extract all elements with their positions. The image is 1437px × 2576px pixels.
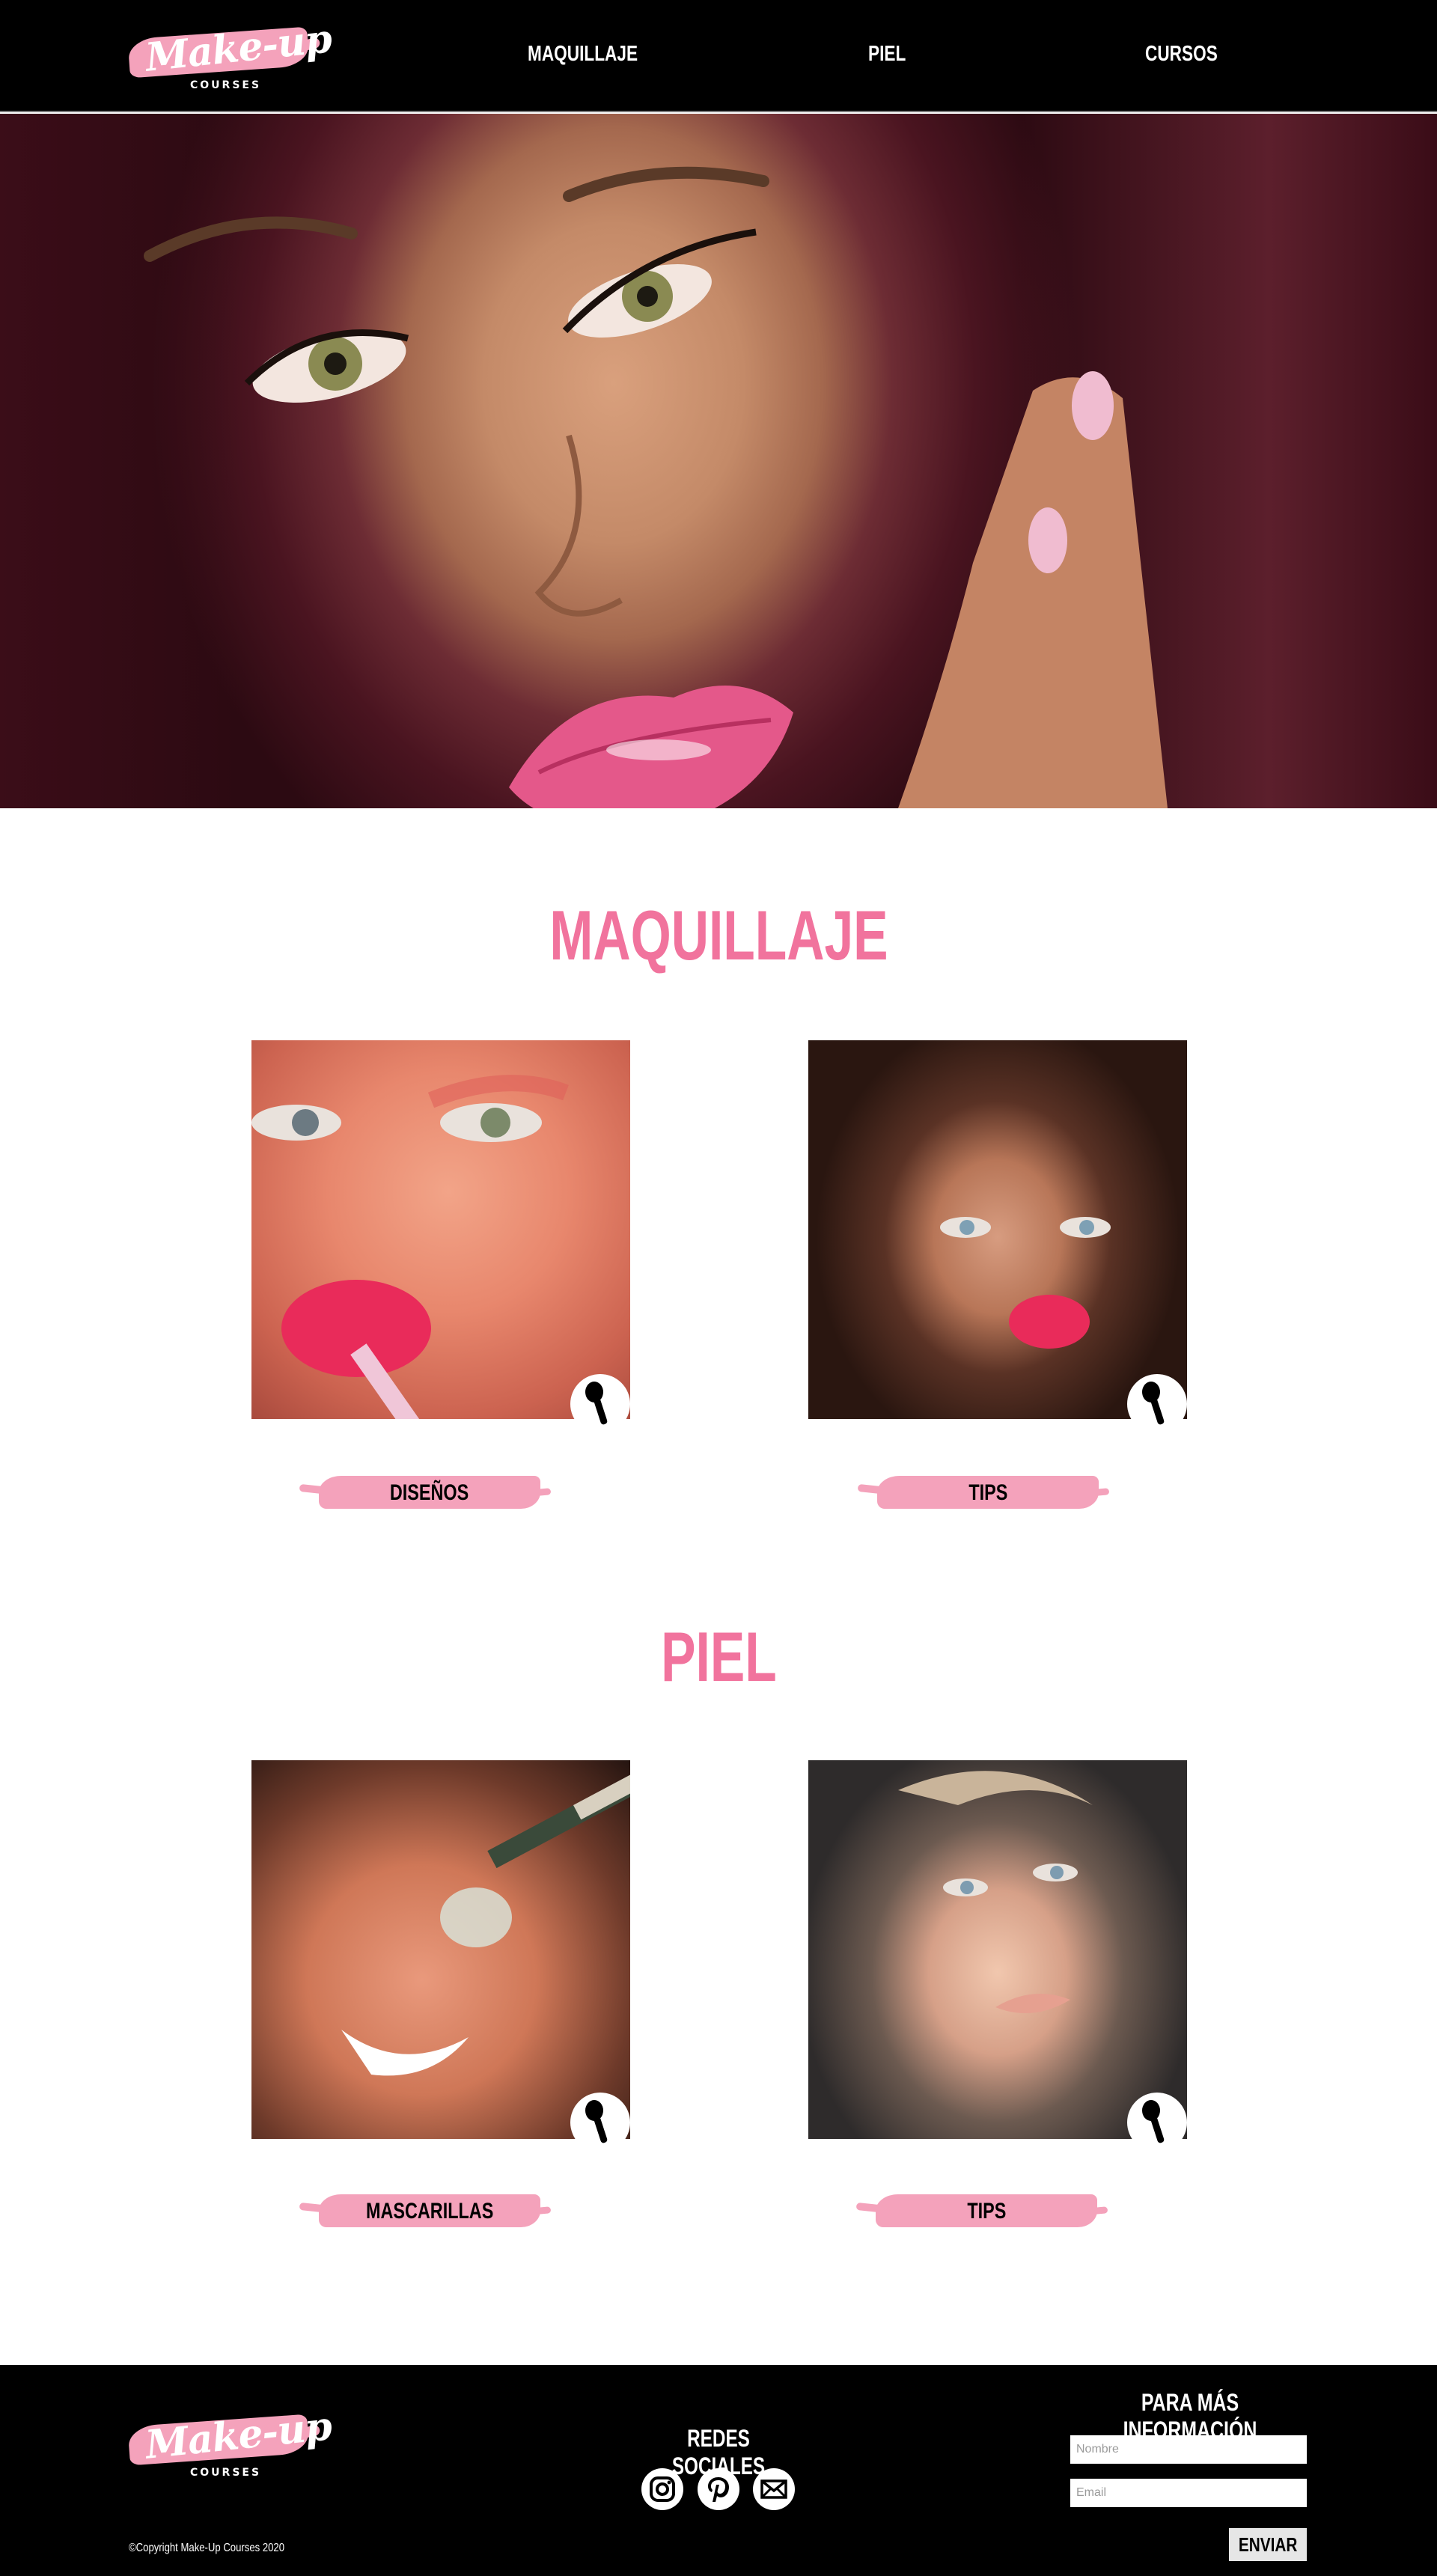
logo-subtitle: COURSES	[190, 79, 262, 91]
logo-subtitle: COURSES	[190, 2467, 262, 2479]
card-image-tips-piel[interactable]	[808, 1760, 1187, 2139]
card-label-tips-piel[interactable]: TIPS	[876, 2190, 1097, 2232]
card-image-disenos[interactable]	[251, 1040, 630, 1419]
brush-badge-tips-maquillaje[interactable]	[1127, 1374, 1187, 1434]
hero-image	[0, 114, 1437, 808]
name-field[interactable]	[1070, 2435, 1307, 2464]
makeup-brush-icon	[1142, 1382, 1165, 1425]
logo-script-text: Make-up	[143, 2403, 334, 2468]
email-field[interactable]	[1070, 2479, 1307, 2507]
footer-logo[interactable]: Make-up COURSES	[127, 2403, 334, 2479]
section-title-piel: PIEL	[660, 1617, 777, 1696]
copyright-text: ©Copyright Make-Up Courses 2020	[129, 2542, 285, 2554]
brush-badge-disenos[interactable]	[570, 1374, 630, 1434]
nav-maquillaje[interactable]: MAQUILLAJE	[528, 42, 638, 67]
makeup-brush-icon	[585, 2100, 608, 2143]
card-label-disenos[interactable]: DISEÑOS	[319, 1471, 540, 1513]
logo-script-text: Make-up	[143, 16, 334, 81]
hero-portrait-illustration	[144, 166, 1168, 808]
card-image-mascarillas[interactable]	[251, 1760, 630, 2139]
makeup-brush-icon	[585, 1382, 608, 1425]
card-label-tips-maquillaje[interactable]: TIPS	[877, 1471, 1099, 1513]
makeup-brush-icon	[1142, 2100, 1165, 2143]
nav-piel[interactable]: PIEL	[868, 42, 906, 67]
nav-cursos[interactable]: CURSOS	[1145, 42, 1218, 67]
submit-button[interactable]: ENVIAR	[1229, 2528, 1307, 2561]
card-image-tips-maquillaje[interactable]	[808, 1040, 1187, 1419]
site-footer: Make-up COURSES ©Copyright Make-Up Cours…	[0, 2365, 1437, 2576]
brush-badge-mascarillas[interactable]	[570, 2093, 630, 2152]
pinterest-icon[interactable]	[698, 2468, 739, 2510]
site-logo[interactable]: Make-up COURSES	[127, 16, 334, 91]
card-label-mascarillas[interactable]: MASCARILLAS	[319, 2190, 540, 2232]
site-header: Make-up COURSES MAQUILLAJE PIEL CURSOS	[0, 0, 1437, 112]
mail-icon[interactable]	[753, 2468, 795, 2510]
instagram-icon[interactable]	[641, 2468, 683, 2510]
section-title-maquillaje: MAQUILLAJE	[549, 896, 888, 974]
brush-badge-tips-piel[interactable]	[1127, 2093, 1187, 2152]
